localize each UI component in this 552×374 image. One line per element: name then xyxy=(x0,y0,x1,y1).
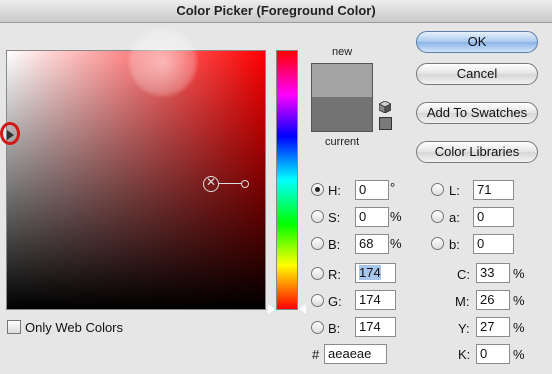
hue-field[interactable]: 0 xyxy=(355,180,389,200)
web-safe-swatch[interactable] xyxy=(379,117,392,130)
saturation-radio[interactable] xyxy=(311,210,324,223)
ok-button[interactable]: OK xyxy=(416,31,538,53)
brightness-unit: % xyxy=(390,236,402,251)
add-to-swatches-button[interactable]: Add To Swatches xyxy=(416,102,538,124)
red-label: R: xyxy=(328,267,341,282)
cube-warning-icon[interactable] xyxy=(379,101,391,113)
saturation-unit: % xyxy=(390,209,402,224)
hue-label: H: xyxy=(328,183,341,198)
hex-field[interactable]: aeaeae xyxy=(324,344,387,364)
a-channel-label: a: xyxy=(449,210,460,225)
black-unit: % xyxy=(513,347,525,362)
yellow-field[interactable]: 27 xyxy=(476,317,510,337)
yellow-unit: % xyxy=(513,320,525,335)
only-web-colors-checkbox[interactable] xyxy=(7,320,21,334)
magenta-field[interactable]: 26 xyxy=(476,290,510,310)
lightness-field[interactable]: 71 xyxy=(473,180,514,200)
slider-right-arrow-icon[interactable] xyxy=(299,304,306,314)
magenta-unit: % xyxy=(513,293,525,308)
cyan-label: C: xyxy=(457,267,470,282)
brightness-radio[interactable] xyxy=(311,237,324,250)
blue-field[interactable]: 174 xyxy=(355,317,396,337)
black-field[interactable]: 0 xyxy=(476,344,510,364)
lightness-label: L: xyxy=(449,183,460,198)
a-channel-field[interactable]: 0 xyxy=(473,207,514,227)
cyan-field[interactable]: 33 xyxy=(476,263,510,283)
b-channel-label: b: xyxy=(449,237,460,252)
only-web-colors-label: Only Web Colors xyxy=(25,320,124,335)
brightness-field[interactable]: 68 xyxy=(355,234,389,254)
green-label: G: xyxy=(328,294,342,309)
b-channel-field[interactable]: 0 xyxy=(473,234,514,254)
hue-slider[interactable] xyxy=(276,50,298,310)
annotation-ring-icon xyxy=(0,122,20,145)
hue-radio[interactable] xyxy=(311,183,324,196)
b-channel-radio[interactable] xyxy=(431,237,444,250)
black-label: K: xyxy=(458,347,471,362)
color-sample-marker[interactable]: ✕ xyxy=(203,175,219,192)
slider-left-arrow-icon[interactable] xyxy=(268,304,275,314)
saturation-label: S: xyxy=(328,210,341,225)
green-field[interactable]: 174 xyxy=(355,290,396,310)
green-radio[interactable] xyxy=(311,294,324,307)
brightness-label: B: xyxy=(328,237,341,252)
cyan-unit: % xyxy=(513,266,525,281)
marker-line xyxy=(218,183,242,184)
current-color-swatch[interactable] xyxy=(311,97,373,132)
red-field[interactable]: 174 xyxy=(355,263,396,283)
marker-dot xyxy=(241,180,249,188)
cancel-button[interactable]: Cancel xyxy=(416,63,538,85)
hex-label: # xyxy=(312,347,320,362)
cross-icon: ✕ xyxy=(206,175,217,189)
red-value: 174 xyxy=(359,265,381,280)
red-radio[interactable] xyxy=(311,267,324,280)
yellow-label: Y: xyxy=(458,321,470,336)
hue-unit: ° xyxy=(390,180,396,195)
blue-radio[interactable] xyxy=(311,321,324,334)
new-label: new xyxy=(332,46,353,58)
saturation-field[interactable]: 0 xyxy=(355,207,389,227)
window-title: Color Picker (Foreground Color) xyxy=(0,0,552,23)
color-libraries-button[interactable]: Color Libraries xyxy=(416,141,538,163)
lightness-radio[interactable] xyxy=(431,183,444,196)
color-field[interactable] xyxy=(6,50,266,310)
a-channel-radio[interactable] xyxy=(431,210,444,223)
magenta-label: M: xyxy=(455,294,470,309)
blue-label: B: xyxy=(328,321,341,336)
new-color-swatch xyxy=(311,63,373,98)
current-label: current xyxy=(325,136,360,148)
